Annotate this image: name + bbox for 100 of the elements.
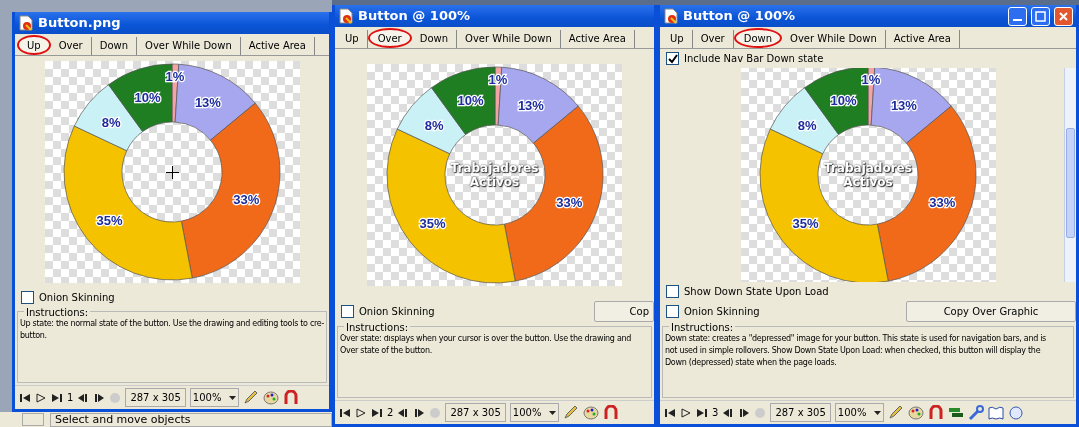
crosshair-icon	[165, 165, 179, 179]
play-icon[interactable]	[355, 406, 367, 419]
magnet-icon[interactable]	[603, 404, 620, 421]
checkbox-label: Onion Skinning	[359, 305, 435, 319]
step-forward-icon[interactable]	[93, 391, 106, 404]
skip-back-icon[interactable]	[339, 406, 351, 419]
instruction-text: Down state: creates a "depressed" image for your button. This state is used for navigation bars, and is	[665, 333, 1046, 345]
copy-button[interactable]: Cop	[594, 301, 654, 322]
window-title: Button.png	[38, 14, 122, 33]
palette-icon[interactable]	[263, 389, 280, 406]
checkbox-label: Onion Skinning	[684, 305, 760, 319]
maximize-icon	[1035, 10, 1046, 22]
palette-icon[interactable]	[583, 404, 600, 421]
tab[interactable]: Down	[733, 28, 783, 48]
zoom-dropdown[interactable]: 100%	[189, 388, 240, 407]
zoom-value: 100%	[837, 406, 867, 420]
pencil-icon[interactable]	[888, 404, 905, 421]
canvas-size-field: 287 x 305	[770, 403, 831, 422]
instruction-text: Over state: displays when your cursor is over the button. Use the drawing and	[340, 333, 632, 345]
step-back-icon[interactable]	[722, 406, 735, 419]
skip-forward-icon[interactable]	[51, 391, 63, 404]
slice-label: 13%	[517, 97, 544, 113]
maximize-button[interactable]	[1031, 6, 1050, 26]
document-icon	[663, 8, 679, 24]
frame-number: 2	[387, 406, 394, 420]
checkbox[interactable]	[666, 305, 679, 318]
close-button[interactable]	[1054, 6, 1073, 26]
instruction-text: Over state of the button.	[340, 345, 432, 357]
frame-number: 1	[67, 391, 74, 405]
slice-label: 35%	[419, 216, 446, 232]
caret-icon	[229, 395, 237, 400]
magnet-icon[interactable]	[928, 404, 945, 421]
skip-forward-icon[interactable]	[696, 406, 708, 419]
tab[interactable]: Up	[17, 35, 51, 55]
wrench-icon[interactable]	[968, 404, 985, 421]
slice-label: 8%	[424, 117, 443, 133]
skip-back-icon[interactable]	[19, 391, 31, 404]
slice-label: 10%	[134, 89, 161, 105]
instruction-text: Up state: the normal state of the button. Use the drawing and editing tools to cre-	[20, 318, 325, 330]
skip-forward-icon[interactable]	[371, 406, 383, 419]
checkbox[interactable]	[666, 52, 679, 65]
checkbox-label: Include Nav Bar Down state	[684, 52, 824, 66]
panel-legend: Instructions:	[24, 305, 91, 320]
step-forward-icon[interactable]	[738, 406, 751, 419]
slice-label: 35%	[792, 216, 819, 232]
slice-label: 35%	[96, 213, 123, 229]
step-forward-icon[interactable]	[413, 406, 426, 419]
tab[interactable]: Over	[367, 28, 412, 48]
checkbox-label: Show Down State Upon Load	[684, 285, 829, 299]
canvas-size-field: 287 x 305	[445, 403, 506, 422]
check-icon	[667, 53, 678, 64]
checkbox[interactable]	[666, 285, 679, 298]
step-back-icon[interactable]	[77, 391, 90, 404]
document-icon	[338, 8, 354, 24]
window-title: Button @ 100%	[683, 7, 796, 26]
pencil-icon[interactable]	[243, 389, 260, 406]
scrollbar-thumb[interactable]	[1066, 128, 1075, 238]
skip-back-icon[interactable]	[664, 406, 676, 419]
panel-legend: Instructions:	[669, 320, 736, 335]
checkbox-label: Onion Skinning	[39, 291, 115, 305]
chart-center-label: Trabajadores Activos	[823, 161, 913, 189]
palette-icon[interactable]	[908, 404, 925, 421]
document-icon	[18, 15, 34, 31]
minimize-button[interactable]	[1008, 6, 1027, 26]
zoom-dropdown[interactable]: 100%	[834, 403, 885, 422]
caret-icon	[874, 410, 882, 415]
checkbox[interactable]	[21, 291, 34, 304]
minimize-icon	[1013, 19, 1022, 21]
slice-label: 33%	[929, 194, 956, 210]
slice-label: 13%	[194, 94, 221, 110]
circle-icon[interactable]	[1008, 404, 1025, 421]
window-title: Button @ 100%	[358, 7, 471, 26]
panel-legend: Instructions:	[344, 320, 411, 335]
slice-label: 33%	[233, 191, 260, 207]
play-icon[interactable]	[35, 391, 47, 404]
slice-label: 33%	[555, 194, 582, 210]
book-icon[interactable]	[988, 404, 1005, 421]
zoom-value: 100%	[192, 391, 222, 405]
chart-center-label: Trabajadores Activos	[449, 161, 540, 189]
zoom-dropdown[interactable]: 100%	[509, 403, 560, 422]
zoom-value: 100%	[512, 406, 542, 420]
step-back-icon[interactable]	[397, 406, 410, 419]
instruction-text: button.	[20, 330, 47, 342]
magnet-icon[interactable]	[283, 389, 300, 406]
play-icon[interactable]	[680, 406, 692, 419]
close-icon	[1059, 11, 1068, 21]
copy-button[interactable]: Copy Over Graphic	[906, 301, 1076, 322]
canvas-size-field: 287 x 305	[125, 388, 186, 407]
instruction-text: not used in simple rollovers. Show Down State Upon Load: when checked, this button will display the	[665, 345, 1041, 357]
checkbox[interactable]	[341, 305, 354, 318]
scrollbar[interactable]	[1064, 68, 1076, 282]
caret-icon	[549, 410, 557, 415]
pencil-icon[interactable]	[563, 404, 580, 421]
frame-number: 3	[712, 406, 719, 420]
slice-label: 10%	[457, 92, 484, 108]
status-panel	[22, 413, 44, 426]
slice-label: 10%	[830, 92, 857, 108]
slice-label: 8%	[101, 114, 121, 130]
status-text: Select and move objects	[50, 412, 332, 427]
slice-label: 8%	[797, 117, 817, 133]
